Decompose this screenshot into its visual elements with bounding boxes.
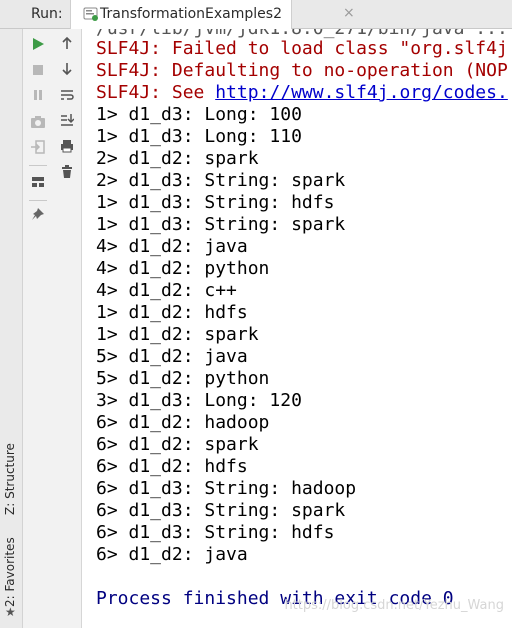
console-line: 6> d1_d2: hadoop [96,412,270,433]
console-line: 1> d1_d3: String: hdfs [96,192,335,213]
run-tab-title: TransformationExamples2 [100,6,282,22]
console-line: 2> d1_d2: spark [96,148,259,169]
console-line: 6> d1_d3: String: hdfs [96,522,335,543]
up-arrow-icon[interactable] [57,33,77,53]
console-line: 6> d1_d2: hdfs [96,456,248,477]
console-line: 4> d1_d2: java [96,236,248,257]
console-line: 6> d1_d3: String: hadoop [96,478,357,499]
camera-icon[interactable] [28,112,48,132]
pin-icon[interactable] [28,204,48,224]
pause-icon[interactable] [28,85,48,105]
run-toolbar: Run: TransformationExamples2 × [0,0,512,29]
favorites-tool-tab[interactable]: 2: Favorites ★ [0,529,23,624]
console-line: 4> d1_d2: c++ [96,280,237,301]
down-arrow-icon[interactable] [57,59,77,79]
layout-icon[interactable] [28,172,48,192]
console-output[interactable]: /usr/lib/jvm/jdk1.8.0_271/bin/java ... S… [82,29,512,628]
structure-tab-label: Z: Structure [3,443,17,515]
console-line: 4> d1_d2: python [96,258,270,279]
console-line: 6> d1_d3: String: spark [96,500,346,521]
run-icon[interactable] [28,34,48,54]
console-error-line: SLF4J: Failed to load class "org.slf4j [96,38,508,59]
toolbar-separator [29,200,47,201]
login-icon[interactable] [28,137,48,157]
console-line: 1> d1_d3: String: spark [96,214,346,235]
print-icon[interactable] [57,136,77,156]
run-actions-toolbar [23,29,52,628]
toolbar-separator [29,165,47,166]
console-line: 1> d1_d2: hdfs [96,302,248,323]
watermark: https://blog.csdn.net/Yezhu_Wang [284,598,504,613]
console-line: 1> d1_d3: Long: 110 [96,126,302,147]
soft-wrap-icon[interactable] [57,85,77,105]
structure-tool-tab[interactable]: Z: Structure [0,425,23,515]
trash-icon[interactable] [57,162,77,182]
scroll-to-end-icon[interactable] [57,110,77,130]
console-line: 1> d1_d2: spark [96,324,259,345]
console-line: 1> d1_d3: Long: 100 [96,104,302,125]
console-line: 6> d1_d2: java [96,544,248,565]
tool-window-stripe: Z: Structure 2: Favorites ★ [0,29,23,628]
error-prefix: SLF4J: See [96,82,216,103]
console-error-line: SLF4J: Defaulting to no-operation (NOP [96,60,508,81]
favorites-tab-label: 2: Favorites [3,537,17,607]
console-line: 2> d1_d3: String: spark [96,170,346,191]
console-error-line: SLF4J: See http://www.slf4j.org/codes. [96,82,508,104]
console-line: 6> d1_d2: spark [96,434,259,455]
console-line: 3> d1_d3: Long: 120 [96,390,302,411]
run-label: Run: [31,6,63,22]
console-line: 5> d1_d2: java [96,346,248,367]
slf4j-codes-link[interactable]: http://www.slf4j.org/codes. [215,82,508,103]
stop-icon[interactable] [28,60,48,80]
close-tab-icon[interactable]: × [343,5,355,21]
run-tab[interactable]: TransformationExamples2 × [70,0,355,29]
console-line: 5> d1_d2: python [96,368,270,389]
console-actions-toolbar [52,29,82,628]
star-icon: ★ [5,605,16,619]
run-config-icon [83,6,99,22]
